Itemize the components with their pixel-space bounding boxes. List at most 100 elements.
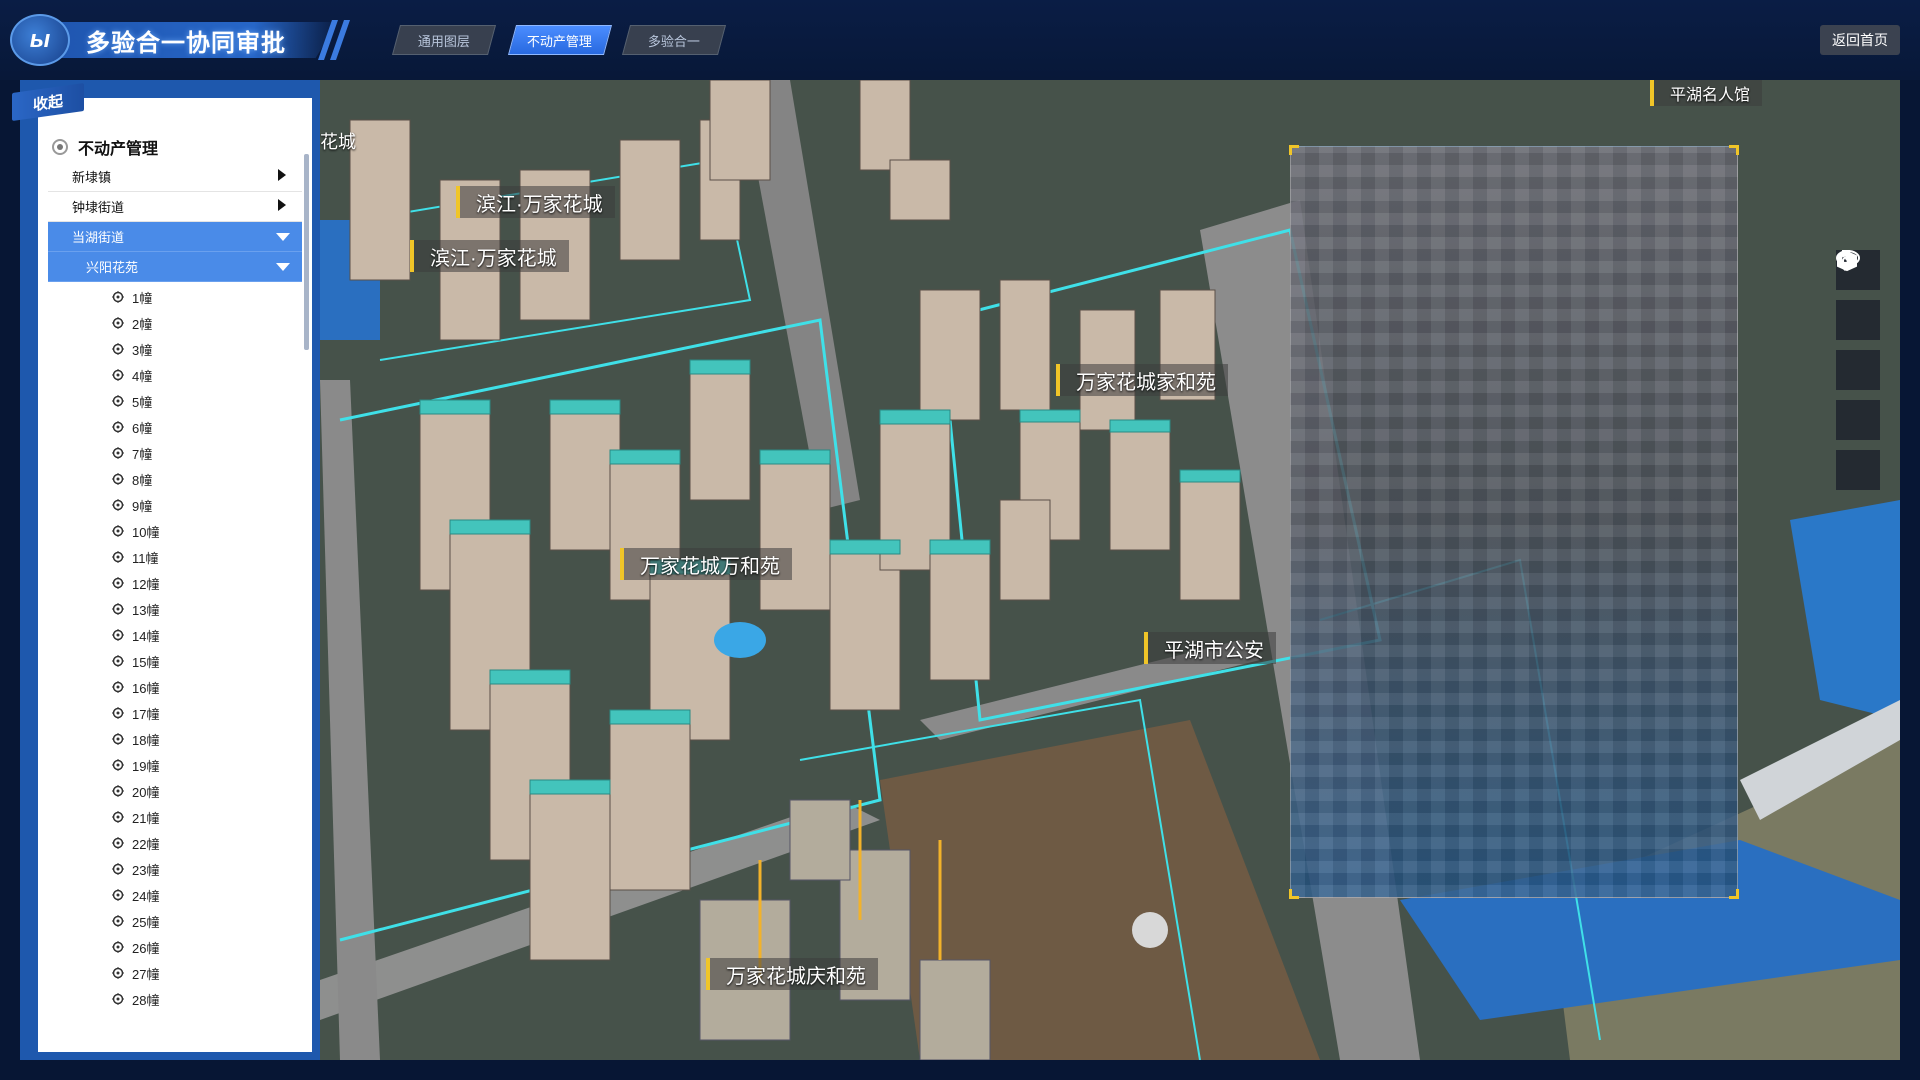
building-item[interactable]: 21幢 <box>112 804 159 830</box>
building-item[interactable]: 15幢 <box>112 648 159 674</box>
tree-row-danghu[interactable]: 当湖街道 <box>48 222 302 252</box>
building-item[interactable]: 23幢 <box>112 856 159 882</box>
return-home-button[interactable]: 返回首页 <box>1820 25 1900 55</box>
building-item-label: 8幢 <box>132 472 153 488</box>
building-item[interactable]: 12幢 <box>112 570 159 596</box>
building-item-label: 17幢 <box>132 706 160 722</box>
app-title: 多验合一协同审批 <box>86 29 286 57</box>
location-pin-icon[interactable] <box>1836 251 1880 340</box>
map-label-public-security[interactable]: 平湖市公安 <box>1144 632 1276 664</box>
building-item[interactable]: 25幢 <box>112 908 159 934</box>
tree-root[interactable]: 不动产管理 <box>52 134 158 160</box>
target-icon <box>112 681 124 693</box>
building-item-label: 11幢 <box>132 550 159 566</box>
building-item-label: 20幢 <box>132 784 160 800</box>
map-label-binjiang-1[interactable]: 滨江·万家花城 <box>456 186 615 218</box>
building-item[interactable]: 10幢 <box>112 518 159 544</box>
building-item-label: 10幢 <box>132 524 160 540</box>
target-icon <box>112 915 124 927</box>
building-item[interactable]: 26幢 <box>112 934 159 960</box>
target-icon <box>112 967 124 979</box>
target-icon <box>112 863 124 875</box>
target-icon <box>112 889 124 901</box>
building-item[interactable]: 22幢 <box>112 830 159 856</box>
building-item-label: 22幢 <box>132 836 160 852</box>
tab-general-layers[interactable]: 通用图层 <box>391 25 497 55</box>
radio-icon <box>52 139 68 155</box>
building-item[interactable]: 6幢 <box>112 414 152 440</box>
building-item[interactable]: 1幢 <box>112 284 152 310</box>
target-icon <box>112 811 124 823</box>
map-label-celebrity-hall[interactable]: 平湖名人馆 <box>1650 80 1763 106</box>
target-icon <box>112 733 124 745</box>
building-item[interactable]: 3幢 <box>112 336 152 362</box>
building-item[interactable]: 14幢 <box>112 622 159 648</box>
building-item[interactable]: 9幢 <box>112 492 152 518</box>
building-item[interactable]: 4幢 <box>112 362 152 388</box>
building-item-label: 19幢 <box>132 758 160 774</box>
map-3d-view[interactable]: 滨江·万家花城 滨江·万家花城 万家花城家和苑 万家花城万和苑 平湖市公安 万家… <box>320 80 1900 1060</box>
building-item[interactable]: 16幢 <box>112 674 159 700</box>
tree-root-label: 不动产管理 <box>78 141 159 158</box>
tree-scrollbar[interactable] <box>304 154 309 350</box>
building-item-label: 14幢 <box>132 628 160 644</box>
map-label-qinghe-yuan[interactable]: 万家花城庆和苑 <box>706 958 878 990</box>
building-item[interactable]: 11幢 <box>112 544 159 570</box>
building-item[interactable]: 28幢 <box>112 986 159 1012</box>
target-icon <box>112 759 124 771</box>
map-label-jiahe-yuan[interactable]: 万家花城家和苑 <box>1056 364 1228 396</box>
target-icon <box>112 343 124 355</box>
target-icon <box>112 993 124 1005</box>
gear-icon[interactable] <box>1836 252 1880 490</box>
building-item-label: 24幢 <box>132 888 160 904</box>
building-item-label: 9幢 <box>132 498 153 514</box>
building-item[interactable]: 17幢 <box>112 700 159 726</box>
target-icon <box>112 291 124 303</box>
map-toolbar <box>1836 250 1880 500</box>
target-icon <box>112 447 124 459</box>
building-item[interactable]: 19幢 <box>112 752 159 778</box>
building-item[interactable]: 13幢 <box>112 596 159 622</box>
target-icon <box>112 577 124 589</box>
target-icon <box>112 551 124 563</box>
building-item[interactable]: 18幢 <box>112 726 159 752</box>
tree-row-xindai[interactable]: 新埭镇 <box>48 162 302 192</box>
building-item[interactable]: 5幢 <box>112 388 152 414</box>
building-item-label: 16幢 <box>132 680 160 696</box>
target-icon <box>112 785 124 797</box>
building-item-label: 7幢 <box>132 446 153 462</box>
building-item[interactable]: 20幢 <box>112 778 159 804</box>
top-header: 多验合一协同审批 ы 通用图层 不动产管理 多验合一 返回首页 <box>0 0 1920 80</box>
tab-multi-inspection[interactable]: 多验合一 <box>621 25 727 55</box>
target-icon <box>112 629 124 641</box>
building-item-label: 15幢 <box>132 654 160 670</box>
map-label-binjiang-2[interactable]: 滨江·万家花城 <box>410 240 569 272</box>
target-icon <box>112 395 124 407</box>
building-item[interactable]: 2幢 <box>112 310 152 336</box>
building-item-label: 21幢 <box>132 810 160 826</box>
target-icon <box>112 655 124 667</box>
target-icon <box>112 421 124 433</box>
map-label-wanhe-yuan[interactable]: 万家花城万和苑 <box>620 548 792 580</box>
caret-right-icon <box>278 199 286 214</box>
building-item-label: 12幢 <box>132 576 160 592</box>
redacted-info-panel <box>1289 145 1739 899</box>
building-item[interactable]: 24幢 <box>112 882 159 908</box>
eye-icon[interactable] <box>1836 250 1880 440</box>
tree-row-xingyang[interactable]: 兴阳花苑 <box>48 252 302 282</box>
building-item[interactable]: 27幢 <box>112 960 159 986</box>
building-item-label: 23幢 <box>132 862 160 878</box>
building-item-label: 4幢 <box>132 368 153 384</box>
caret-down-icon <box>276 229 290 244</box>
map-label-edge: 花城 <box>320 132 356 152</box>
tab-real-estate[interactable]: 不动产管理 <box>507 25 613 55</box>
cube-icon[interactable] <box>1836 250 1880 390</box>
building-item[interactable]: 7幢 <box>112 440 152 466</box>
tree-row-label: 当湖街道 <box>72 230 125 245</box>
target-icon <box>112 317 124 329</box>
target-icon <box>112 603 124 615</box>
tree-row-zhongdai[interactable]: 钟埭街道 <box>48 192 302 222</box>
building-item[interactable]: 8幢 <box>112 466 152 492</box>
building-item-label: 27幢 <box>132 966 160 982</box>
building-item-label: 5幢 <box>132 394 153 410</box>
